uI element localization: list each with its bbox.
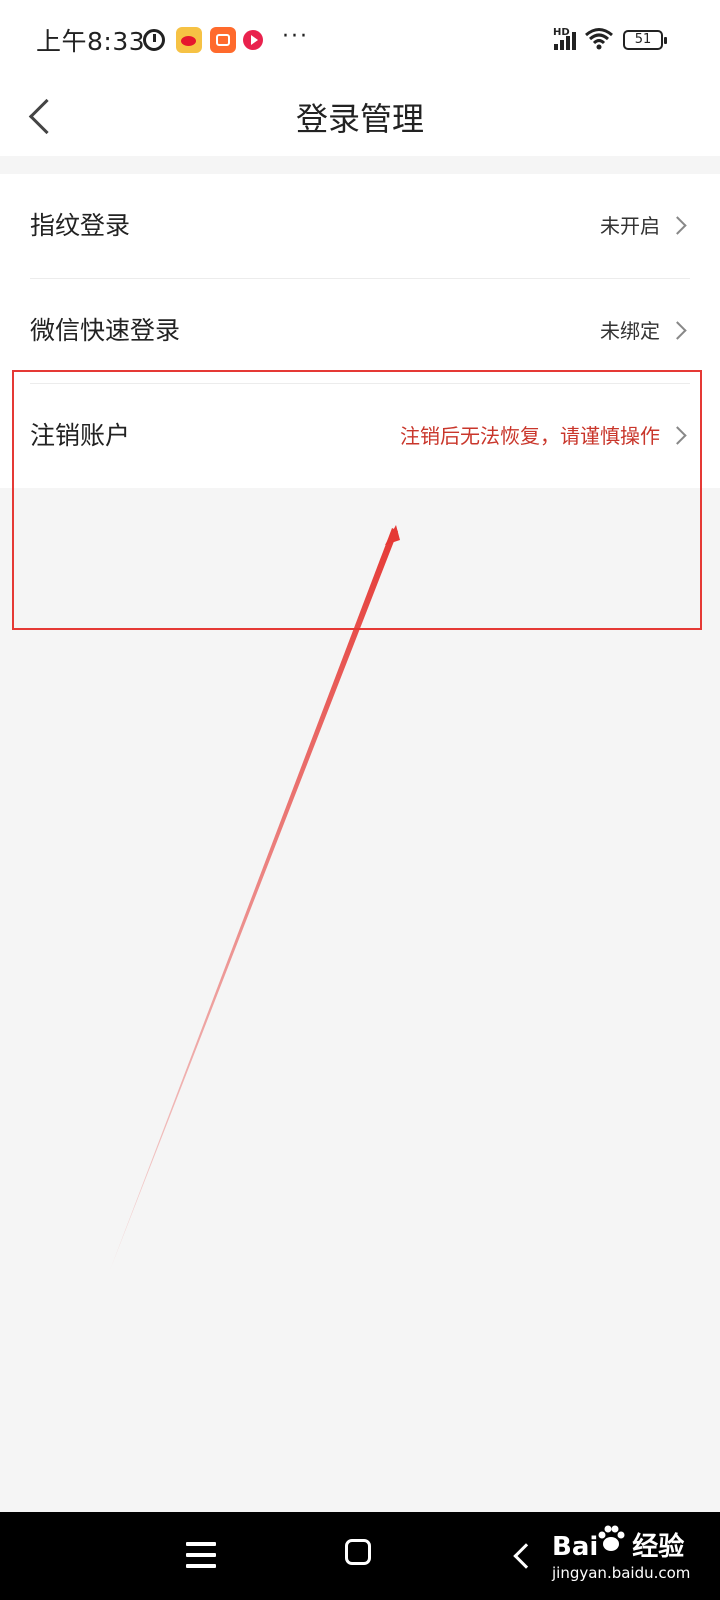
baidu-jingyan-watermark: Bai 经验 jingyan.baidu.com xyxy=(552,1524,720,1600)
annotation-arrow xyxy=(110,525,400,1270)
home-button[interactable] xyxy=(345,1539,371,1565)
recent-apps-button[interactable] xyxy=(186,1542,216,1568)
watermark-url: jingyan.baidu.com xyxy=(552,1564,691,1582)
system-back-button[interactable] xyxy=(510,1542,536,1568)
baidu-paw-icon xyxy=(598,1525,625,1551)
